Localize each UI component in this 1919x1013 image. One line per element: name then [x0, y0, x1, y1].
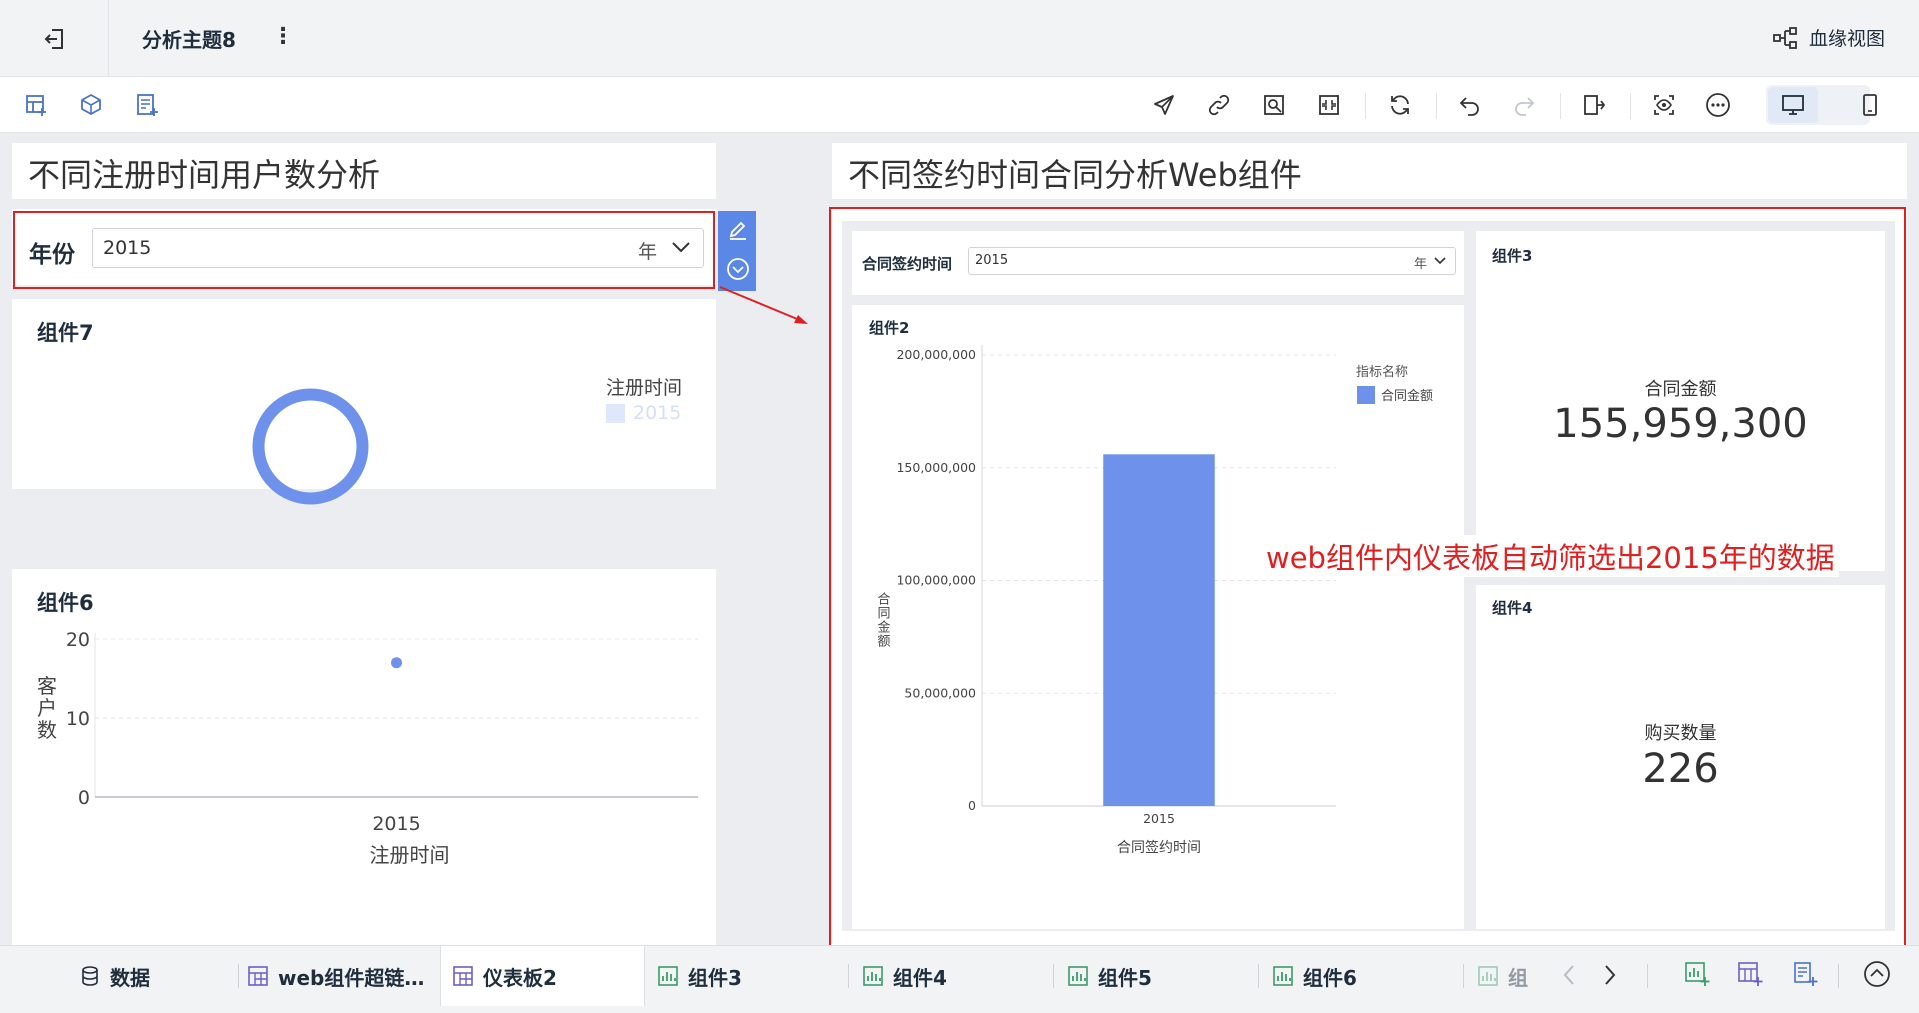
more-menu-button[interactable]: ⋮: [272, 24, 294, 49]
tab-web-component-link[interactable]: web组件超链…: [248, 946, 438, 1006]
link-icon[interactable]: [1205, 91, 1233, 119]
tab-label: 组件4: [893, 965, 947, 990]
chart-icon: [1068, 966, 1088, 986]
chart-icon: [658, 966, 678, 986]
more-icon[interactable]: [1704, 91, 1732, 119]
add-component-icon[interactable]: [77, 91, 105, 119]
y-tick-label: 20: [66, 629, 90, 651]
document-title: 分析主题8: [142, 28, 236, 52]
dashboard-icon: [248, 966, 268, 986]
annotation-text: web组件内仪表板自动筛选出2015年的数据: [1262, 535, 1839, 577]
lineage-icon: [1773, 26, 1799, 49]
tab-label: 组件5: [1098, 965, 1152, 990]
collapse-up-icon[interactable]: [1863, 960, 1891, 988]
redo-icon[interactable]: [1510, 91, 1538, 119]
legend-item-label: 2015: [633, 402, 682, 424]
x-axis-label: 注册时间: [370, 843, 450, 867]
filter-side-tools: [718, 211, 756, 291]
card-6: 组件6 20 10 0 2015 注册时间 客户数: [12, 569, 716, 945]
chevron-right-icon[interactable]: [1603, 964, 1617, 986]
left-panel-title: 不同注册时间用户数分析: [28, 156, 381, 194]
x-tick-label: 2015: [372, 813, 420, 835]
tab-label: 组件3: [688, 965, 742, 990]
lineage-view-button[interactable]: 血缘视图: [1773, 24, 1885, 51]
scatter-point: [391, 657, 402, 669]
add-report-icon[interactable]: [133, 91, 161, 119]
y-tick-label: 10: [66, 708, 90, 730]
toolbar: [0, 77, 1919, 133]
add-report-tab-icon[interactable]: [1792, 961, 1818, 987]
right-panel-title: 不同签约时间合同分析Web组件: [848, 156, 1302, 194]
top-bar: 分析主题8 ⋮ 血缘视图: [0, 0, 1919, 77]
add-dashboard-icon[interactable]: [22, 91, 50, 119]
image-search-icon[interactable]: [1260, 91, 1288, 119]
card-7: 组件7 注册时间 2015: [12, 299, 716, 505]
fit-icon[interactable]: [1315, 91, 1343, 119]
highlight-year-filter: [13, 211, 715, 289]
lineage-label: 血缘视图: [1808, 28, 1885, 50]
export-icon[interactable]: [1580, 91, 1608, 119]
desktop-view-icon[interactable]: [1779, 91, 1807, 119]
add-dashboard-tab-icon[interactable]: [1737, 961, 1763, 987]
tab-data[interactable]: 数据: [80, 946, 240, 1006]
chart-icon: [1478, 966, 1498, 986]
scatter-chart: 20 10 0 2015 注册时间 客户数: [37, 629, 698, 867]
tab-component-3[interactable]: 组件3: [658, 946, 838, 1006]
tab-label: 数据: [110, 965, 150, 990]
donut-chart: [252, 388, 369, 505]
tab-component-4[interactable]: 组件4: [863, 946, 1043, 1006]
preview-icon[interactable]: [1650, 91, 1678, 119]
edit-icon[interactable]: [727, 219, 749, 241]
right-title-panel: 不同签约时间合同分析Web组件: [832, 143, 1907, 199]
tab-component-5[interactable]: 组件5: [1068, 946, 1248, 1006]
tab-component-6[interactable]: 组件6: [1273, 946, 1453, 1006]
tab-label: 组件6: [1303, 965, 1357, 990]
y-axis-label: 客户数: [37, 674, 57, 742]
donut-slice: [252, 388, 369, 505]
confirm-circle-icon[interactable]: [726, 257, 750, 281]
bottom-tab-bar: 数据 web组件超链… 仪表板2 组件3 组件4 组件5 组件6 组: [0, 945, 1919, 1013]
legend-swatch: [606, 403, 625, 423]
chart-icon: [863, 966, 883, 986]
database-icon: [80, 966, 100, 986]
annotation-arrow: [719, 286, 808, 324]
legend-item: 2015: [606, 402, 681, 424]
tab-label: web组件超链…: [278, 965, 425, 990]
y-tick-label: 0: [78, 787, 90, 809]
mobile-view-icon[interactable]: [1856, 91, 1884, 119]
tab-label: 仪表板2: [483, 965, 557, 990]
tab-component-truncated[interactable]: 组: [1478, 946, 1528, 1006]
tab-dashboard-2[interactable]: 仪表板2: [440, 946, 645, 1006]
undo-icon[interactable]: [1456, 91, 1484, 119]
exit-icon[interactable]: [42, 26, 68, 52]
highlight-web-component: [829, 207, 1906, 951]
send-icon[interactable]: [1150, 91, 1178, 119]
dashboard-icon: [453, 966, 473, 986]
chevron-left-icon[interactable]: [1562, 964, 1576, 986]
chart-icon: [1273, 966, 1293, 986]
left-title-panel: 不同注册时间用户数分析: [12, 143, 716, 199]
dashboard-canvas: 不同注册时间用户数分析 年份 2015 年 组件7 注册时间 2015 组件6 …: [0, 133, 1919, 951]
add-chart-icon[interactable]: [1684, 961, 1710, 987]
legend-title: 注册时间: [606, 377, 683, 399]
card-7-title: 组件7: [37, 321, 94, 345]
refresh-icon[interactable]: [1386, 91, 1414, 119]
tab-label: 组: [1508, 965, 1528, 990]
